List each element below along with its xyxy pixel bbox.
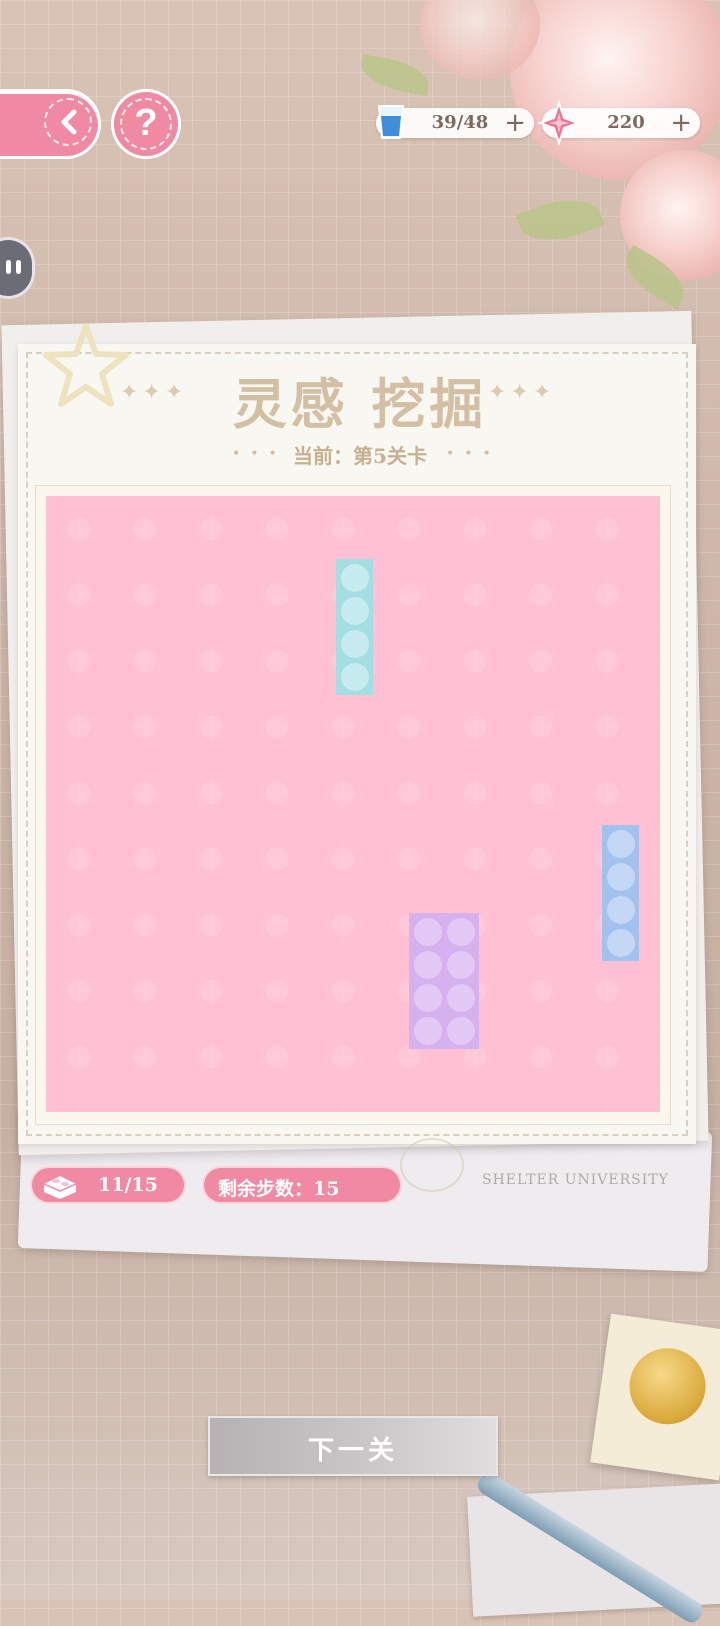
brick-stud xyxy=(413,983,442,1012)
gems-value: 220 xyxy=(607,112,645,133)
level-subtitle: 当前：第5关卡 xyxy=(293,444,427,468)
purple-brick-piece[interactable] xyxy=(409,913,479,1049)
brick-stud xyxy=(340,629,369,658)
energy-plus-button[interactable]: + xyxy=(504,108,526,138)
gems-counter[interactable]: 220 + xyxy=(538,101,700,145)
leaf-decoration xyxy=(515,187,605,253)
page-title: 灵感 挖掘 xyxy=(232,372,488,436)
brick-stud xyxy=(413,1016,442,1045)
energy-value: 39/48 xyxy=(431,112,489,133)
help-button[interactable]: ? xyxy=(114,92,178,156)
blue-brick-piece[interactable] xyxy=(602,825,639,961)
brick-stud xyxy=(413,917,442,946)
brick-icon xyxy=(43,1176,77,1199)
leaf-decoration xyxy=(357,54,433,96)
back-button[interactable] xyxy=(0,92,98,156)
brick-stud xyxy=(606,895,635,924)
brick-stud xyxy=(413,950,442,979)
brick-stud xyxy=(606,862,635,891)
university-stamp xyxy=(400,1138,464,1192)
brick-stud xyxy=(606,829,635,858)
steps-remaining: 剩余步数：15 xyxy=(218,1178,340,1200)
brick-count-badge: 11/15 xyxy=(32,1168,184,1202)
brick-stud xyxy=(446,1016,475,1045)
brick-stud xyxy=(340,662,369,691)
next-level-button[interactable]: 下一关 xyxy=(208,1416,498,1476)
brick-stud xyxy=(446,983,475,1012)
brick-stud xyxy=(446,950,475,979)
brick-stud xyxy=(446,917,475,946)
pink-star-gem-icon xyxy=(538,101,580,145)
side-menu-toggle[interactable] xyxy=(0,240,32,296)
steps-remaining-badge: 剩余步数：15 xyxy=(204,1168,400,1202)
next-level-label: 下一关 xyxy=(307,1436,398,1466)
wax-seal-card xyxy=(590,1313,720,1481)
university-text: SHELTER UNIVERSITY xyxy=(482,1172,669,1188)
brick-stud xyxy=(340,563,369,592)
water-cup-icon xyxy=(377,105,405,139)
wax-seal-icon xyxy=(624,1343,711,1430)
brick-stud xyxy=(340,596,369,625)
brick-stud xyxy=(606,928,635,957)
chevron-left-icon xyxy=(61,109,77,135)
energy-counter[interactable]: 39/48 + xyxy=(376,105,534,139)
help-label: ? xyxy=(134,102,158,144)
brick-count: 11/15 xyxy=(98,1174,158,1196)
gems-plus-button[interactable]: + xyxy=(670,108,692,138)
teal-brick-piece[interactable] xyxy=(336,559,373,695)
